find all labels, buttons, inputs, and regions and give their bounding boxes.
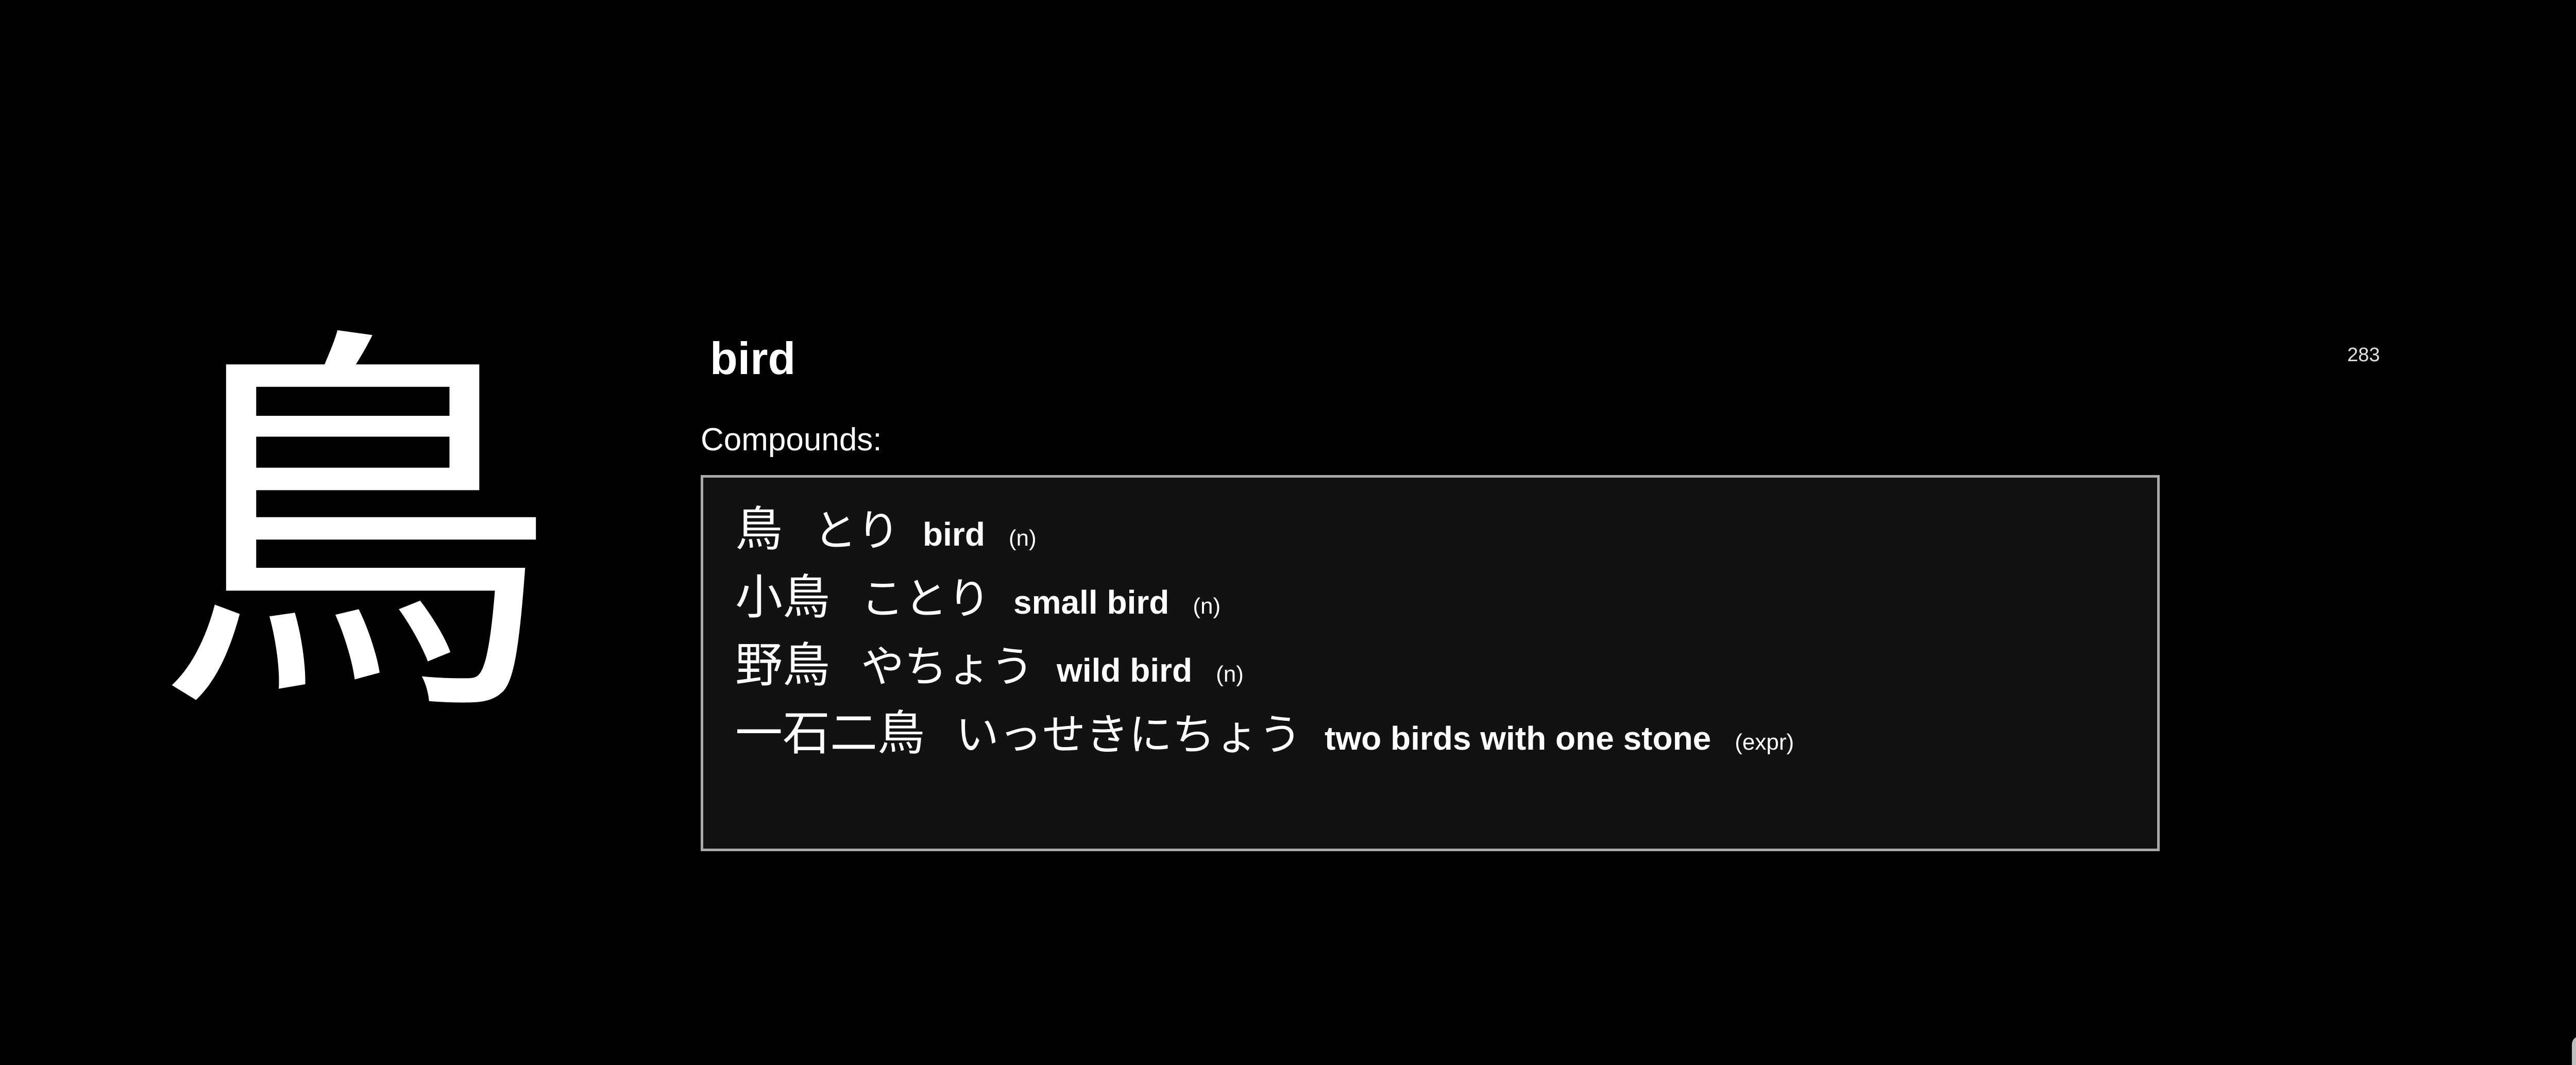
scrollbar-handle[interactable]: [2572, 1036, 2576, 1065]
compound-row: 一石二鳥 いっせきにちょう two birds with one stone (…: [735, 695, 2157, 763]
compound-part-of-speech: (n): [1008, 526, 1037, 551]
compound-meaning: wild bird: [1057, 652, 1193, 689]
compounds-list: 鳥 とり bird (n) 小鳥 ことり small bird (n) 野鳥 や…: [701, 475, 2160, 851]
compound-kanji: 鳥: [735, 502, 783, 557]
kanji-meaning: bird: [710, 333, 796, 384]
compound-kanji: 野鳥: [735, 638, 831, 693]
compound-part-of-speech: (expr): [1735, 730, 1794, 755]
compound-meaning: small bird: [1013, 584, 1170, 621]
compound-row: 鳥 とり bird (n): [735, 491, 2157, 559]
compound-part-of-speech: (n): [1193, 594, 1221, 619]
compound-kanji: 一石二鳥: [735, 706, 925, 761]
card-index: 283: [2347, 344, 2380, 366]
compound-reading: ことり: [861, 573, 991, 624]
compound-kanji: 小鳥: [735, 570, 831, 625]
compound-part-of-speech: (n): [1216, 662, 1244, 687]
compound-reading: やちょう: [861, 641, 1035, 692]
compound-row: 野鳥 やちょう wild bird (n): [735, 627, 2157, 695]
compound-reading: とり: [814, 505, 901, 556]
compound-meaning: two birds with one stone: [1325, 720, 1711, 757]
compound-meaning: bird: [923, 516, 985, 553]
compounds-label: Compounds:: [701, 422, 882, 458]
compound-reading: いっせきにちょう: [956, 709, 1302, 760]
compound-row: 小鳥 ことり small bird (n): [735, 559, 2157, 627]
kanji-character: 鳥: [155, 297, 556, 765]
